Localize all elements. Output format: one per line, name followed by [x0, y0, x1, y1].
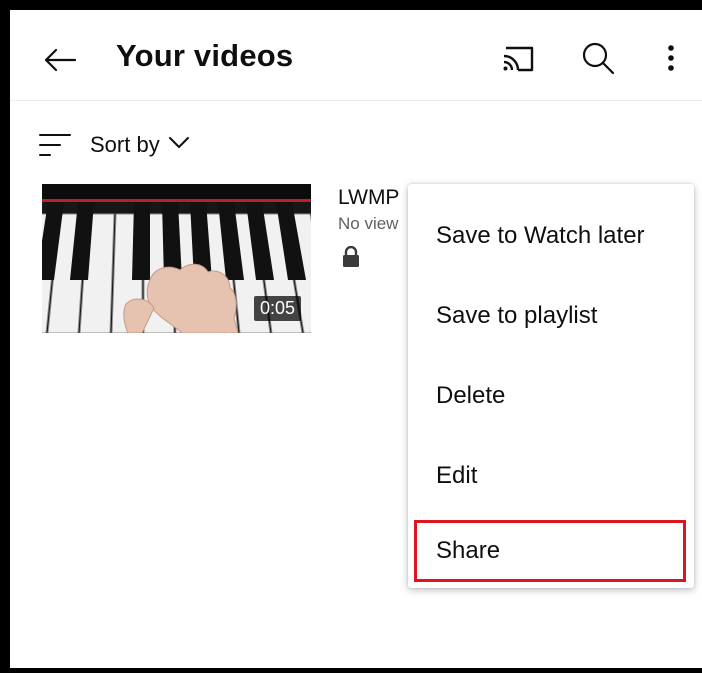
back-arrow-icon — [44, 48, 77, 72]
sort-button[interactable]: Sort by — [38, 128, 190, 162]
video-title[interactable]: LWMP — [338, 186, 399, 210]
lock-icon — [343, 246, 359, 267]
back-button[interactable] — [40, 40, 80, 80]
menu-item-save-watch-later[interactable]: Save to Watch later — [408, 196, 694, 276]
sort-icon — [39, 134, 71, 156]
video-thumbnail[interactable]: 0:05 — [42, 184, 311, 333]
more-vert-icon — [668, 45, 674, 71]
search-button[interactable] — [580, 40, 620, 80]
menu-item-save-to-playlist[interactable]: Save to playlist — [408, 276, 694, 356]
page-title: Your videos — [116, 38, 294, 73]
menu-item-edit[interactable]: Edit — [408, 436, 694, 516]
app-screen: Your videos Sort by 0:05 LWMP No view Sa… — [10, 10, 702, 668]
app-bar: Your videos — [10, 10, 702, 101]
chevron-down-icon — [168, 136, 190, 155]
video-options-menu: Save to Watch later Save to playlist Del… — [408, 184, 694, 588]
cast-icon — [503, 46, 534, 72]
sort-label: Sort by — [90, 132, 160, 157]
search-icon — [582, 42, 615, 75]
video-duration: 0:05 — [253, 296, 301, 321]
menu-item-share[interactable]: Share — [414, 520, 686, 582]
menu-item-delete[interactable]: Delete — [408, 356, 694, 436]
cast-button[interactable] — [498, 42, 538, 82]
more-options-button[interactable] — [656, 40, 686, 80]
video-meta: No view — [338, 214, 399, 233]
